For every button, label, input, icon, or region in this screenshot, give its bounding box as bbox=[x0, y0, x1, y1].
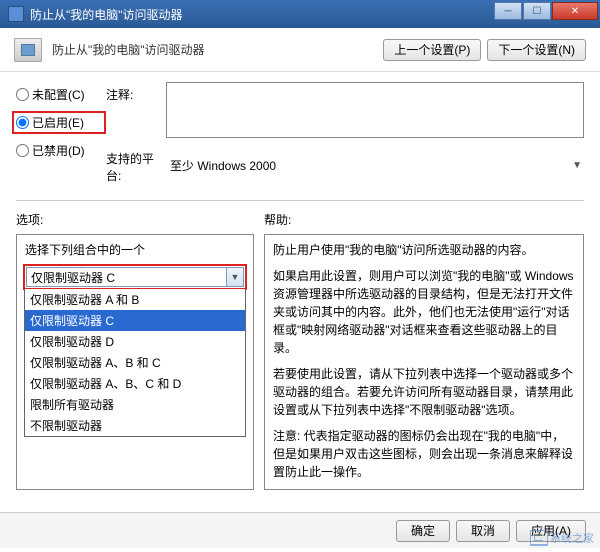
radio-not-configured[interactable]: 未配置(C) bbox=[16, 86, 106, 103]
dropdown-item[interactable]: 不限制驱动器 bbox=[25, 415, 245, 436]
dropdown-item[interactable]: 仅限制驱动器 A、B 和 C bbox=[25, 352, 245, 373]
window-title: 防止从"我的电脑"访问驱动器 bbox=[30, 6, 183, 23]
radio-not-configured-input[interactable] bbox=[16, 88, 29, 101]
dialog-header: 防止从"我的电脑"访问驱动器 上一个设置(P) 下一个设置(N) bbox=[0, 28, 600, 72]
radio-disabled-label: 已禁用(D) bbox=[32, 142, 85, 159]
platform-expand-icon[interactable]: ▼ bbox=[572, 160, 582, 171]
window-controls: ─ ☐ ✕ bbox=[493, 2, 598, 20]
radio-disabled[interactable]: 已禁用(D) bbox=[16, 142, 106, 159]
help-paragraph: 同时，此设置不会防止用户使用程序来访问本地驱动器和网络驱动器。也不会防止他们使用… bbox=[273, 489, 575, 490]
watermark-text: 系统之家 bbox=[550, 530, 594, 546]
policy-icon bbox=[14, 38, 42, 62]
next-setting-button[interactable]: 下一个设置(N) bbox=[487, 39, 586, 61]
dropdown-item[interactable]: 仅限制驱动器 D bbox=[25, 331, 245, 352]
comment-textarea[interactable] bbox=[166, 82, 584, 138]
watermark-icon bbox=[530, 530, 548, 546]
drive-restriction-combo[interactable]: 仅限制驱动器 C ▼ bbox=[26, 267, 244, 287]
options-section-label: 选项: bbox=[16, 211, 264, 228]
help-paragraph: 若要使用此设置，请从下拉列表中选择一个驱动器或多个驱动器的组合。若要允许访问所有… bbox=[273, 365, 575, 419]
options-panel: 选择下列组合中的一个 仅限制驱动器 C ▼ 仅限制驱动器 A 和 B 仅限制驱动… bbox=[16, 234, 254, 490]
dropdown-item[interactable]: 仅限制驱动器 A 和 B bbox=[25, 289, 245, 310]
dialog-footer: 确定 取消 应用(A) bbox=[0, 512, 600, 548]
watermark: 系统之家 bbox=[530, 530, 594, 546]
help-paragraph: 防止用户使用"我的电脑"访问所选驱动器的内容。 bbox=[273, 241, 575, 259]
help-paragraph: 如果启用此设置，则用户可以浏览"我的电脑"或 Windows 资源管理器中所选驱… bbox=[273, 267, 575, 357]
dropdown-item[interactable]: 限制所有驱动器 bbox=[25, 394, 245, 415]
combo-highlight: 仅限制驱动器 C ▼ bbox=[23, 264, 247, 290]
state-radio-group: 未配置(C) 已启用(E) 已禁用(D) bbox=[16, 82, 106, 159]
help-section-label: 帮助: bbox=[264, 211, 291, 228]
chevron-down-icon[interactable]: ▼ bbox=[226, 268, 243, 286]
window-icon bbox=[8, 6, 24, 22]
help-paragraph: 注意: 代表指定驱动器的图标仍会出现在"我的电脑"中，但是如果用户双击这些图标，… bbox=[273, 427, 575, 481]
close-button[interactable]: ✕ bbox=[552, 2, 598, 20]
minimize-button[interactable]: ─ bbox=[494, 2, 522, 20]
combo-selected-value: 仅限制驱动器 C bbox=[31, 269, 115, 286]
radio-enabled[interactable]: 已启用(E) bbox=[12, 111, 106, 134]
maximize-button[interactable]: ☐ bbox=[523, 2, 551, 20]
cancel-button[interactable]: 取消 bbox=[456, 520, 510, 542]
combo-label: 选择下列组合中的一个 bbox=[25, 241, 245, 258]
dropdown-item[interactable]: 仅限制驱动器 C bbox=[25, 310, 245, 331]
radio-disabled-input[interactable] bbox=[16, 144, 29, 157]
dialog-title: 防止从"我的电脑"访问驱动器 bbox=[52, 41, 383, 58]
radio-enabled-label: 已启用(E) bbox=[32, 114, 84, 131]
ok-button[interactable]: 确定 bbox=[396, 520, 450, 542]
divider bbox=[16, 200, 584, 201]
window-titlebar: 防止从"我的电脑"访问驱动器 ─ ☐ ✕ bbox=[0, 0, 600, 28]
radio-enabled-input[interactable] bbox=[16, 116, 29, 129]
help-panel[interactable]: 防止用户使用"我的电脑"访问所选驱动器的内容。 如果启用此设置，则用户可以浏览"… bbox=[264, 234, 584, 490]
previous-setting-button[interactable]: 上一个设置(P) bbox=[383, 39, 481, 61]
dropdown-item[interactable]: 仅限制驱动器 A、B、C 和 D bbox=[25, 373, 245, 394]
radio-not-configured-label: 未配置(C) bbox=[32, 86, 85, 103]
dialog-content: 未配置(C) 已启用(E) 已禁用(D) 注释: 支持的平台: 至少 Windo… bbox=[0, 72, 600, 500]
platform-label: 支持的平台: bbox=[106, 146, 166, 184]
combo-dropdown: 仅限制驱动器 A 和 B 仅限制驱动器 C 仅限制驱动器 D 仅限制驱动器 A、… bbox=[24, 289, 246, 437]
platform-value: 至少 Windows 2000 bbox=[170, 157, 276, 174]
comment-label: 注释: bbox=[106, 82, 166, 103]
